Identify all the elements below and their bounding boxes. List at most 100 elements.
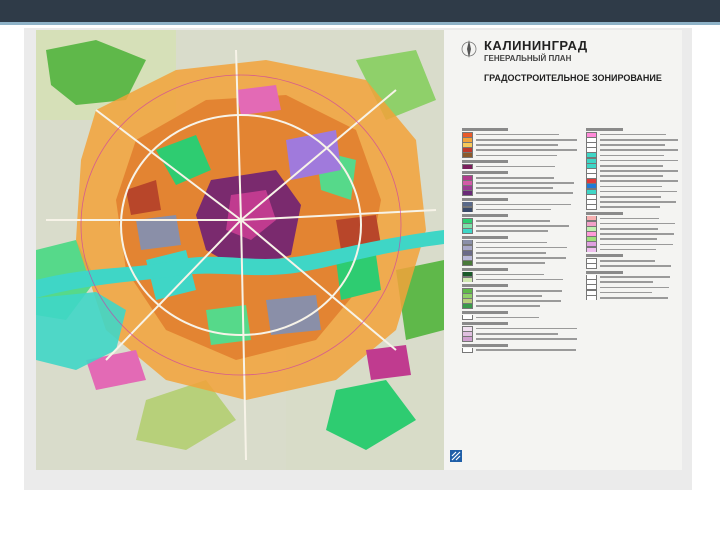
legend-label-placeholder (476, 182, 574, 184)
legend-swatch (586, 263, 597, 269)
legend-swatch (462, 228, 473, 234)
legend-label-placeholder (476, 149, 577, 151)
legend-swatch (462, 207, 473, 213)
legend-label-placeholder (600, 164, 664, 167)
legend-heading (462, 128, 508, 131)
legend-heading (586, 211, 623, 215)
legend-label-placeholder (476, 230, 549, 233)
top-bar (0, 0, 720, 22)
legend-label-placeholder (600, 276, 670, 278)
legend-item (462, 228, 577, 234)
legend-swatch (586, 295, 597, 301)
legend-label-placeholder (476, 278, 564, 281)
legend-swatch (462, 336, 473, 342)
legend-label-placeholder (600, 238, 658, 240)
legend-label-placeholder (600, 185, 662, 188)
legend-label-placeholder (476, 165, 556, 168)
legend-label-placeholder (476, 144, 558, 146)
legend-label-placeholder (600, 154, 665, 157)
legend-label-placeholder (600, 133, 667, 136)
legend-label-placeholder (476, 295, 542, 297)
legend-item (462, 207, 577, 213)
legend-heading (462, 284, 508, 288)
legend-label-placeholder (476, 246, 567, 249)
legend-label-placeholder (476, 133, 559, 136)
legend-heading (462, 343, 508, 347)
legend-heading (586, 128, 623, 131)
legend-label-placeholder (476, 327, 577, 330)
legend-swatch (462, 347, 473, 353)
legend-label-placeholder (600, 206, 660, 209)
legend-right-column (586, 126, 678, 301)
legend-label-placeholder (600, 248, 657, 251)
legend-swatch (586, 246, 597, 253)
legend-heading (586, 254, 623, 258)
legend-label-placeholder (476, 333, 558, 335)
compass-icon (461, 40, 477, 58)
legend-item (462, 314, 577, 321)
legend-label-placeholder (476, 273, 544, 276)
legend-label-placeholder (476, 262, 545, 264)
legend-label-placeholder (600, 144, 666, 146)
legend-label-placeholder (476, 289, 563, 292)
legend-label-placeholder (600, 138, 678, 141)
legend-swatch (462, 303, 473, 309)
legend-label-placeholder (600, 201, 677, 203)
legend-label-placeholder (476, 305, 541, 308)
legend-label-placeholder (600, 149, 678, 151)
top-accent-line (0, 22, 720, 25)
logo-icon (450, 450, 462, 462)
legend-item (462, 347, 577, 353)
legend-label-placeholder (600, 170, 678, 172)
legend-label-placeholder (600, 243, 673, 246)
legend-label-placeholder (600, 281, 654, 284)
zoning-map-graphic (36, 30, 444, 470)
map-subtitle: ГРАДОСТРОИТЕЛЬНОЕ ЗОНИРОВАНИЕ (484, 73, 662, 83)
legend-label-placeholder (600, 196, 661, 198)
legend-label-placeholder (600, 159, 678, 162)
legend-label-placeholder (476, 220, 550, 222)
legend-heading (462, 310, 508, 314)
legend-item (462, 152, 577, 158)
legend-item (586, 204, 678, 210)
legend-label-placeholder (476, 138, 577, 141)
legend-item (462, 276, 577, 283)
legend-label-placeholder (600, 180, 678, 183)
legend-heading (462, 159, 508, 163)
legend-swatch (462, 260, 473, 266)
legend-heading (586, 270, 623, 274)
legend-label-placeholder (600, 175, 663, 177)
legend-label-placeholder (600, 222, 675, 225)
legend-label-placeholder (476, 225, 570, 227)
legend-label-placeholder (476, 192, 573, 195)
legend-item (462, 190, 577, 196)
legend-swatch (462, 163, 473, 170)
legend-heading (462, 197, 508, 201)
legend-heading (462, 235, 508, 239)
legend-label-placeholder (476, 257, 566, 259)
legend-label-placeholder (476, 176, 555, 179)
legend-label-placeholder (600, 297, 669, 299)
legend-label-placeholder (600, 190, 678, 193)
legend-heading (462, 322, 508, 326)
legend-item (586, 246, 678, 253)
legend-swatch (462, 314, 473, 321)
legend-item (462, 163, 577, 170)
legend-label-placeholder (476, 241, 548, 244)
map-title-plan: ГЕНЕРАЛЬНЫЙ ПЛАН (484, 54, 572, 63)
legend-swatch (462, 276, 473, 283)
legend-label-placeholder (600, 286, 669, 289)
legend-heading (462, 171, 508, 175)
legend-swatch (462, 190, 473, 196)
legend-label-placeholder (476, 251, 547, 254)
legend-label-placeholder (476, 208, 551, 211)
legend-item (462, 260, 577, 266)
title-block: КАЛИНИНГРАД ГЕНЕРАЛЬНЫЙ ПЛАН ГРАДОСТРОИТ… (484, 38, 674, 83)
legend-left-column (462, 126, 577, 353)
legend-label-placeholder (476, 187, 554, 189)
city-map (36, 30, 444, 470)
legend-label-placeholder (600, 291, 653, 294)
legend-item (586, 263, 678, 269)
legend-label-placeholder (476, 338, 577, 340)
legend-item (586, 295, 678, 301)
